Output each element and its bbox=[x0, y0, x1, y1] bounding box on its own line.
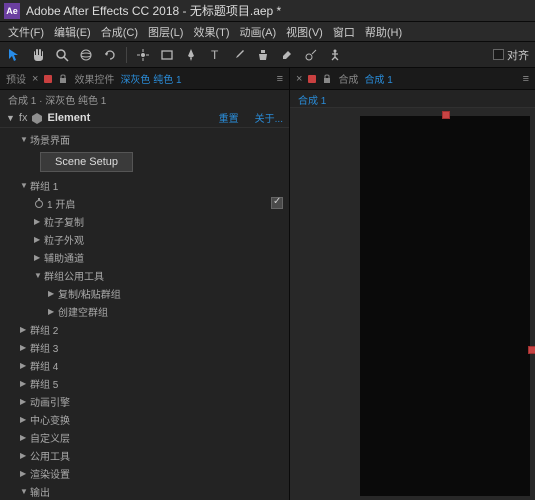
menu-effect[interactable]: 效果(T) bbox=[193, 24, 229, 40]
render-settings-row[interactable]: ▶渲染设置 bbox=[0, 464, 289, 482]
snap-toggle[interactable]: 对齐 bbox=[493, 47, 529, 63]
menu-view[interactable]: 视图(V) bbox=[286, 24, 323, 40]
effect-caret-icon: ▼ bbox=[6, 113, 15, 123]
rect-tool-icon[interactable] bbox=[159, 47, 175, 63]
composition-panel: × 合成 合成 1 ≡ 合成 1 bbox=[290, 68, 535, 500]
record-indicator-icon bbox=[44, 75, 52, 83]
composition-tab-label[interactable]: 合成 bbox=[338, 71, 358, 86]
menu-help[interactable]: 帮助(H) bbox=[365, 24, 402, 40]
aux-channel-row[interactable]: ▶辅助通道 bbox=[0, 248, 289, 266]
transform-handle-icon[interactable] bbox=[442, 111, 450, 119]
app-logo: Ae bbox=[4, 3, 20, 19]
effect-reset-link[interactable]: 重置 bbox=[219, 110, 239, 125]
group-1-row[interactable]: ▼群组 1 bbox=[0, 176, 289, 194]
snap-label: 对齐 bbox=[507, 47, 529, 63]
enable-checkbox[interactable] bbox=[271, 197, 283, 209]
toolbar-separator bbox=[126, 47, 127, 63]
type-tool-icon[interactable]: T bbox=[207, 47, 223, 63]
fx-badge-icon: fx bbox=[19, 112, 28, 124]
lock-icon[interactable] bbox=[58, 74, 68, 84]
panel-menu-icon[interactable]: ≡ bbox=[523, 73, 529, 85]
effect-properties-tree: ▼场景界面 Scene Setup ▼群组 1 1 开启 ▶粒子复制 ▶粒子外观… bbox=[0, 128, 289, 500]
right-panel-tabs: × 合成 合成 1 ≡ bbox=[290, 68, 535, 90]
snap-checkbox-icon bbox=[493, 49, 504, 60]
window-titlebar: Ae Adobe After Effects CC 2018 - 无标题项目.a… bbox=[0, 0, 535, 22]
particle-look-row[interactable]: ▶粒子外观 bbox=[0, 230, 289, 248]
effect-cube-icon bbox=[31, 112, 43, 124]
create-empty-group-row[interactable]: ▶创建空群组 bbox=[0, 302, 289, 320]
custom-layer-row[interactable]: ▶自定义层 bbox=[0, 428, 289, 446]
scene-setup-button[interactable]: Scene Setup bbox=[40, 152, 133, 172]
effect-header[interactable]: ▼ fx Element 重置 关于... bbox=[0, 108, 289, 128]
menu-composition[interactable]: 合成(C) bbox=[101, 24, 138, 40]
composition-viewport[interactable] bbox=[290, 108, 535, 500]
effect-controls-breadcrumb: 合成 1 · 深灰色 纯色 1 bbox=[0, 90, 289, 108]
transform-handle-icon[interactable] bbox=[528, 346, 535, 354]
record-indicator-icon bbox=[308, 75, 316, 83]
rotate-tool-icon[interactable] bbox=[102, 47, 118, 63]
zoom-tool-icon[interactable] bbox=[54, 47, 70, 63]
roto-brush-tool-icon[interactable] bbox=[303, 47, 319, 63]
menu-edit[interactable]: 编辑(E) bbox=[54, 24, 91, 40]
brush-tool-icon[interactable] bbox=[231, 47, 247, 63]
effect-about-link[interactable]: 关于... bbox=[255, 110, 283, 125]
effect-controls-panel: 预设 × 效果控件 深灰色 纯色 1 ≡ 合成 1 · 深灰色 纯色 1 ▼ f… bbox=[0, 68, 290, 500]
output-row[interactable]: ▼输出 bbox=[0, 482, 289, 500]
window-title: Adobe After Effects CC 2018 - 无标题项目.aep … bbox=[26, 2, 281, 19]
stopwatch-icon[interactable] bbox=[34, 198, 44, 208]
animation-engine-row[interactable]: ▶动画引擎 bbox=[0, 392, 289, 410]
pan-behind-tool-icon[interactable] bbox=[135, 47, 151, 63]
utility-tools-row[interactable]: ▶公用工具 bbox=[0, 446, 289, 464]
composition-breadcrumb[interactable]: 合成 1 bbox=[290, 90, 535, 108]
composition-canvas[interactable] bbox=[360, 116, 530, 496]
copy-paste-group-row[interactable]: ▶复制/粘贴群组 bbox=[0, 284, 289, 302]
puppet-tool-icon[interactable] bbox=[327, 47, 343, 63]
preset-tab-label[interactable]: 预设 bbox=[6, 71, 26, 86]
menu-file[interactable]: 文件(F) bbox=[8, 24, 44, 40]
orbit-tool-icon[interactable] bbox=[78, 47, 94, 63]
panel-menu-icon[interactable]: ≡ bbox=[277, 73, 283, 85]
toolbar: T 对齐 bbox=[0, 42, 535, 68]
selection-tool-icon[interactable] bbox=[6, 47, 22, 63]
layer-link[interactable]: 深灰色 纯色 1 bbox=[120, 71, 181, 86]
composition-link[interactable]: 合成 1 bbox=[364, 71, 392, 86]
menu-layer[interactable]: 图层(L) bbox=[148, 24, 183, 40]
lock-icon[interactable] bbox=[322, 74, 332, 84]
menubar: 文件(F) 编辑(E) 合成(C) 图层(L) 效果(T) 动画(A) 视图(V… bbox=[0, 22, 535, 42]
tab-close-icon[interactable]: × bbox=[32, 73, 38, 85]
particle-copy-row[interactable]: ▶粒子复制 bbox=[0, 212, 289, 230]
group-5-row[interactable]: ▶群组 5 bbox=[0, 374, 289, 392]
group-3-row[interactable]: ▶群组 3 bbox=[0, 338, 289, 356]
menu-window[interactable]: 窗口 bbox=[333, 24, 355, 40]
group-1-enable-row[interactable]: 1 开启 bbox=[0, 194, 289, 212]
effect-controls-tab-label[interactable]: 效果控件 bbox=[74, 71, 114, 86]
scene-interface-row[interactable]: ▼场景界面 bbox=[0, 130, 289, 148]
group-4-row[interactable]: ▶群组 4 bbox=[0, 356, 289, 374]
center-transform-row[interactable]: ▶中心变换 bbox=[0, 410, 289, 428]
menu-animation[interactable]: 动画(A) bbox=[240, 24, 277, 40]
pen-tool-icon[interactable] bbox=[183, 47, 199, 63]
group-2-row[interactable]: ▶群组 2 bbox=[0, 320, 289, 338]
svg-text:T: T bbox=[211, 48, 219, 62]
eraser-tool-icon[interactable] bbox=[279, 47, 295, 63]
effect-name: Element bbox=[47, 112, 202, 124]
hand-tool-icon[interactable] bbox=[30, 47, 46, 63]
group-tools-row[interactable]: ▼群组公用工具 bbox=[0, 266, 289, 284]
tab-close-icon[interactable]: × bbox=[296, 73, 302, 85]
left-panel-tabs: 预设 × 效果控件 深灰色 纯色 1 ≡ bbox=[0, 68, 289, 90]
clone-stamp-tool-icon[interactable] bbox=[255, 47, 271, 63]
